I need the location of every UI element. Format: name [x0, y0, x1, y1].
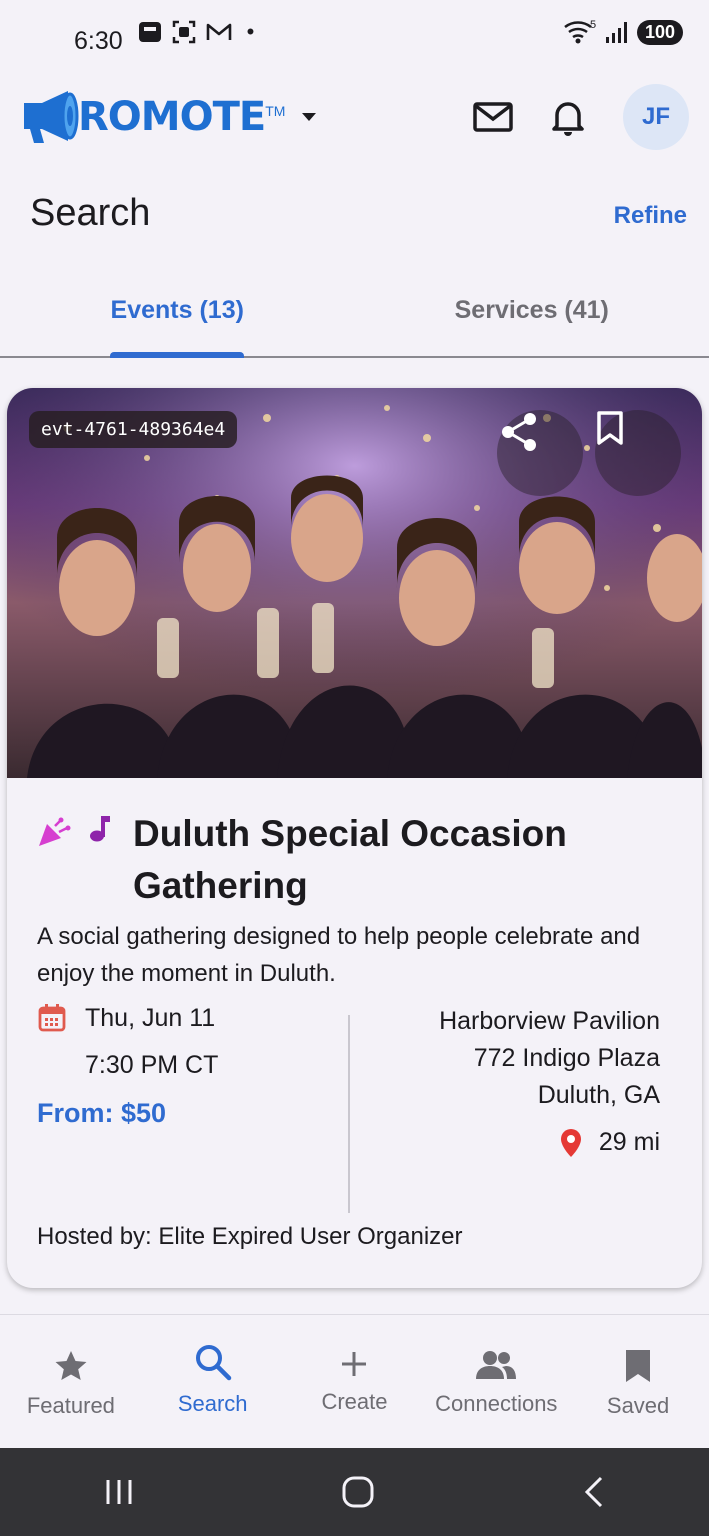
event-host: Hosted by: Elite Expired User Organizer — [37, 1223, 463, 1250]
bottom-nav: Featured Search Create Connections Saved — [0, 1314, 709, 1448]
nav-saved-label: Saved — [606, 1393, 670, 1418]
location-pin-icon — [560, 1128, 581, 1157]
party-popper-icon — [39, 817, 71, 846]
tab-bar: Events (13) Services (41) — [0, 272, 709, 358]
flipboard-icon — [138, 22, 161, 42]
event-time: 7:30 PM CT — [85, 1051, 219, 1079]
cell-signal-icon — [605, 22, 627, 43]
nav-connections[interactable]: Connections — [425, 1315, 567, 1448]
tab-services[interactable]: Services (41) — [355, 272, 709, 356]
gmail-icon — [206, 23, 231, 40]
star-icon — [55, 1351, 87, 1380]
notification-icons: • — [137, 19, 255, 45]
home-icon[interactable] — [341, 1475, 375, 1509]
music-note-icon — [90, 816, 110, 842]
event-date: Thu, Jun 11 — [85, 1003, 216, 1032]
people-icon — [476, 1351, 517, 1379]
plus-icon — [342, 1352, 367, 1376]
avatar[interactable]: JF — [623, 84, 689, 150]
screenshot-icon — [172, 20, 195, 44]
logo-trademark: TM — [265, 103, 286, 119]
battery-indicator: 100 — [636, 19, 683, 45]
back-icon[interactable] — [583, 1475, 605, 1509]
share-button[interactable] — [497, 410, 583, 496]
search-icon — [195, 1345, 231, 1381]
event-title[interactable]: Duluth Special Occasion Gathering — [133, 808, 603, 912]
nav-featured-label: Featured — [26, 1393, 115, 1418]
event-description: A social gathering designed to help peop… — [37, 923, 641, 987]
nav-create[interactable]: Create — [284, 1315, 426, 1448]
bookmark-icon — [626, 1350, 651, 1382]
nav-search-label: Search — [177, 1391, 248, 1416]
venue-city: Duluth, GA — [537, 1081, 660, 1109]
event-card[interactable]: evt-4761-489364e4 Duluth Special Occasio… — [7, 388, 702, 1288]
nav-saved[interactable]: Saved — [567, 1315, 709, 1448]
wifi-speed-label: 5 — [590, 19, 596, 31]
recent-apps-icon[interactable] — [104, 1478, 134, 1506]
logo-text: ROMOTE — [78, 94, 266, 140]
bookmark-outline-icon — [597, 411, 623, 445]
column-divider — [348, 1015, 350, 1213]
event-price: From: $50 — [37, 1098, 167, 1128]
app-logo[interactable]: ROMOTE TM — [20, 87, 317, 147]
tab-events[interactable]: Events (13) — [0, 272, 355, 358]
dot-icon: • — [246, 19, 255, 44]
bell-icon[interactable] — [551, 98, 585, 136]
app-bar: ROMOTE TM JF — [0, 74, 709, 160]
refine-button[interactable]: Refine — [614, 202, 687, 230]
calendar-icon — [38, 1004, 66, 1032]
venue-name: Harborview Pavilion — [439, 1007, 660, 1035]
nav-connections-label: Connections — [435, 1391, 558, 1416]
nav-featured[interactable]: Featured — [0, 1315, 142, 1448]
share-icon — [502, 413, 536, 451]
caret-down-icon[interactable] — [301, 112, 317, 122]
status-bar: 6:30 • 5 100 — [0, 0, 709, 64]
mail-icon[interactable] — [473, 102, 513, 132]
system-nav-bar — [0, 1448, 709, 1536]
nav-create-label: Create — [321, 1389, 388, 1414]
event-location: Harborview Pavilion 772 Indigo Plaza Dul… — [439, 1003, 660, 1161]
venue-street: 772 Indigo Plaza — [473, 1044, 660, 1072]
bookmark-button[interactable] — [595, 410, 681, 496]
event-id-chip: evt-4761-489364e4 — [29, 411, 238, 448]
megaphone-icon — [24, 91, 79, 143]
status-time: 6:30 — [74, 26, 123, 55]
page-title: Search — [30, 192, 151, 234]
nav-search[interactable]: Search — [142, 1315, 284, 1448]
event-distance: 29 mi — [598, 1128, 660, 1156]
event-photo: evt-4761-489364e4 — [7, 388, 702, 778]
wifi-icon: 5 — [564, 19, 596, 44]
